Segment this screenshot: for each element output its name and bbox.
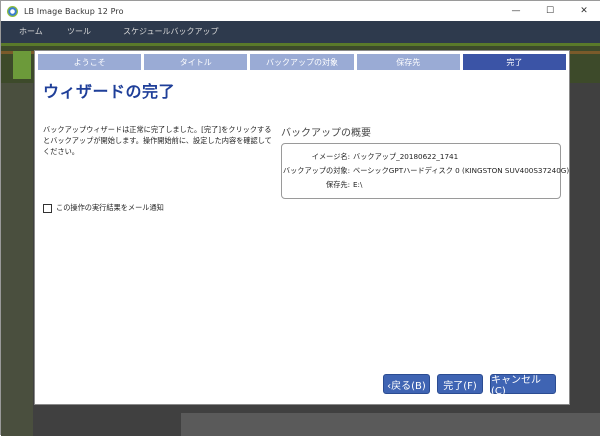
email-notify-option[interactable]: この操作の実行結果をメール通知	[43, 203, 164, 213]
summary-key: イメージ名:	[311, 152, 350, 161]
summary-key: バックアップの対象:	[282, 166, 350, 175]
step-finish: 完了	[462, 54, 567, 70]
background-menubar: ホーム ツール スケジュールバックアップ	[1, 21, 600, 43]
summary-row-backup-target: バックアップの対象: ベーシックGPTハードディスク 0 (KINGSTON S…	[282, 166, 569, 178]
title-bar[interactable]: LB Image Backup 12 Pro — ☐ ✕	[1, 1, 600, 21]
menu-item-home: ホーム	[19, 27, 43, 36]
maximize-button[interactable]: ☐	[533, 1, 567, 21]
back-button[interactable]: ‹戻る(B)	[383, 374, 430, 394]
summary-row-destination: 保存先: E:\	[282, 180, 562, 192]
minimize-button[interactable]: —	[499, 1, 533, 21]
email-notify-label[interactable]: この操作の実行結果をメール通知	[56, 203, 164, 213]
step-title: タイトル	[144, 54, 248, 70]
summary-value: E:\	[353, 180, 363, 189]
backup-wizard-dialog: ようこそ タイトル バックアップの対象 保存先 完了 ウィザードの完了 バックア…	[35, 51, 569, 404]
menu-item-tools: ツール	[67, 27, 91, 36]
cancel-button[interactable]: キャンセル(C)	[490, 374, 556, 397]
summary-value: ベーシックGPTハードディスク 0 (KINGSTON SUV400S37240…	[353, 166, 570, 175]
wizard-heading: ウィザードの完了	[43, 82, 176, 101]
banner-stripe	[1, 43, 600, 46]
window-controls: — ☐ ✕	[499, 1, 600, 21]
summary-value: バックアップ_20180622_1741	[353, 152, 459, 161]
background-green-tile	[13, 51, 31, 79]
background-sidebar	[1, 83, 33, 436]
summary-title: バックアップの概要	[281, 128, 371, 139]
summary-box: イメージ名: バックアップ_20180622_1741 バックアップの対象: ベ…	[281, 143, 569, 199]
close-button[interactable]: ✕	[567, 1, 600, 21]
summary-key: 保存先:	[326, 180, 350, 189]
finish-button[interactable]: 完了(F)	[437, 374, 483, 394]
step-welcome: ようこそ	[38, 54, 142, 70]
app-logo-icon	[7, 5, 18, 17]
step-destination: 保存先	[356, 54, 460, 70]
summary-row-image-name: イメージ名: バックアップ_20180622_1741	[282, 152, 562, 164]
app-window: LB Image Backup 12 Pro — ☐ ✕ ホーム ツール スケジ…	[0, 0, 600, 436]
email-notify-checkbox[interactable]	[43, 203, 52, 213]
window-title: LB Image Backup 12 Pro	[24, 6, 124, 16]
menu-item-schedule: スケジュールバックアップ	[123, 27, 219, 36]
wizard-step-bar: ようこそ タイトル バックアップの対象 保存先 完了	[38, 54, 567, 70]
background-status-strip	[181, 413, 600, 436]
step-backup-target: バックアップの対象	[250, 54, 354, 70]
wizard-description: バックアップウィザードは正常に完了しました。[完了]をクリックするとバックアップ…	[43, 125, 272, 156]
